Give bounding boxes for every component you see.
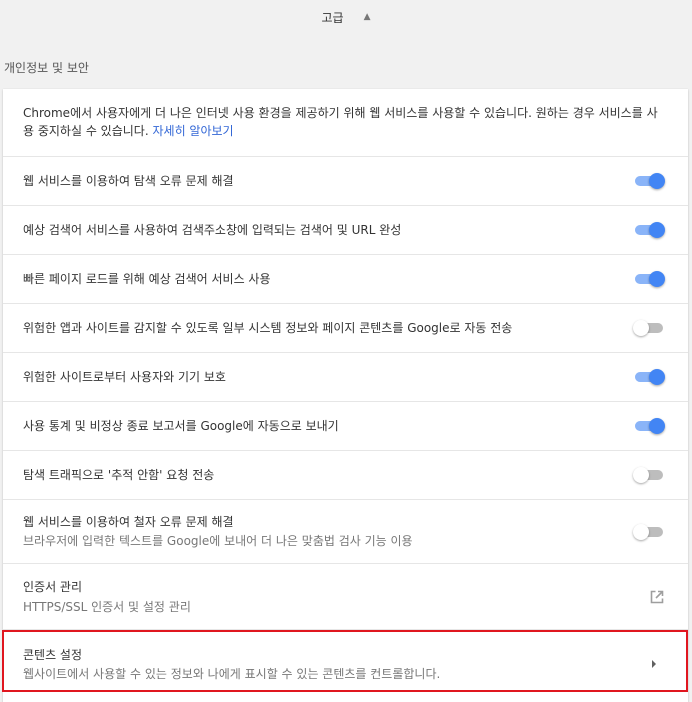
setting-row-prefetch[interactable]: 빠른 페이지 로드를 위해 예상 검색어 서비스 사용 [3,254,688,303]
toggle-knob [633,320,649,336]
toggle-knob [649,271,665,287]
advanced-label: 고급 [321,10,344,25]
toggle-knob [649,173,665,189]
toggle-switch[interactable] [633,320,665,336]
advanced-section-toggle[interactable]: 고급 ▲ [0,0,692,34]
toggle-switch[interactable] [635,173,665,189]
toggle-knob [633,467,649,483]
learn-more-link[interactable]: 자세히 알아보기 [152,124,233,138]
caret-up-icon: ▲ [363,12,371,22]
setting-row-safe-browsing[interactable]: 위험한 사이트로부터 사용자와 기기 보호 [3,352,688,401]
intro-description: Chrome에서 사용자에게 더 나은 인터넷 사용 환경을 제공하기 위해 웹… [23,106,658,138]
setting-label: 위험한 앱과 사이트를 감지할 수 있도록 일부 시스템 정보와 페이지 콘텐츠… [23,321,513,335]
arrow-right-icon[interactable] [650,659,658,669]
setting-label: 위험한 사이트로부터 사용자와 기기 보호 [23,370,226,384]
toggle-switch[interactable] [635,369,665,385]
intro-text: Chrome에서 사용자에게 더 나은 인터넷 사용 환경을 제공하기 위해 웹… [23,104,668,140]
toggle-switch[interactable] [635,222,665,238]
intro-row: Chrome에서 사용자에게 더 나은 인터넷 사용 환경을 제공하기 위해 웹… [3,89,688,156]
section-title: 개인정보 및 보안 [4,61,89,75]
setting-label: 탐색 트래픽으로 '추적 안함' 요청 전송 [23,468,215,482]
toggle-knob [649,222,665,238]
toggle-knob [649,418,665,434]
content-settings-label: 콘텐츠 설정 [23,648,83,662]
privacy-security-card: Chrome에서 사용자에게 더 나은 인터넷 사용 환경을 제공하기 위해 웹… [3,89,688,702]
content-settings-row[interactable]: 콘텐츠 설정 웹사이트에서 사용할 수 있는 정보와 나에게 표시할 수 있는 … [3,629,688,702]
setting-row-do-not-track[interactable]: 탐색 트래픽으로 '추적 안함' 요청 전송 [3,450,688,499]
certificates-label: 인증서 관리 [23,580,83,594]
toggle-switch[interactable] [635,271,665,287]
setting-row-usage-stats[interactable]: 사용 통계 및 비정상 종료 보고서를 Google에 자동으로 보내기 [3,401,688,450]
setting-label: 웹 서비스를 이용하여 철자 오류 문제 해결 [23,515,234,529]
setting-row-spelling[interactable]: 웹 서비스를 이용하여 철자 오류 문제 해결 브라우저에 입력한 텍스트를 G… [3,499,688,563]
setting-row-safe-browsing-reports[interactable]: 위험한 앱과 사이트를 감지할 수 있도록 일부 시스템 정보와 페이지 콘텐츠… [3,303,688,352]
toggle-knob [633,524,649,540]
manage-certificates-row[interactable]: 인증서 관리 HTTPS/SSL 인증서 및 설정 관리 [3,563,688,629]
setting-label: 예상 검색어 서비스를 사용하여 검색주소창에 입력되는 검색어 및 URL 완… [23,223,402,237]
setting-label: 사용 통계 및 비정상 종료 보고서를 Google에 자동으로 보내기 [23,419,339,433]
toggle-switch[interactable] [633,524,665,540]
setting-sublabel: 브라우저에 입력한 텍스트를 Google에 보내어 더 나은 맞춤법 검사 기… [23,534,413,548]
setting-label: 웹 서비스를 이용하여 탐색 오류 문제 해결 [23,174,234,188]
external-link-icon[interactable] [650,590,664,604]
toggle-switch[interactable] [633,467,665,483]
content-settings-sublabel: 웹사이트에서 사용할 수 있는 정보와 나에게 표시할 수 있는 콘텐츠를 컨트… [23,667,441,681]
toggle-switch[interactable] [635,418,665,434]
setting-row-navigation-errors[interactable]: 웹 서비스를 이용하여 탐색 오류 문제 해결 [3,156,688,205]
setting-label: 빠른 페이지 로드를 위해 예상 검색어 서비스 사용 [23,272,271,286]
toggle-knob [649,369,665,385]
certificates-sublabel: HTTPS/SSL 인증서 및 설정 관리 [23,600,191,614]
setting-row-prediction-search[interactable]: 예상 검색어 서비스를 사용하여 검색주소창에 입력되는 검색어 및 URL 완… [3,205,688,254]
